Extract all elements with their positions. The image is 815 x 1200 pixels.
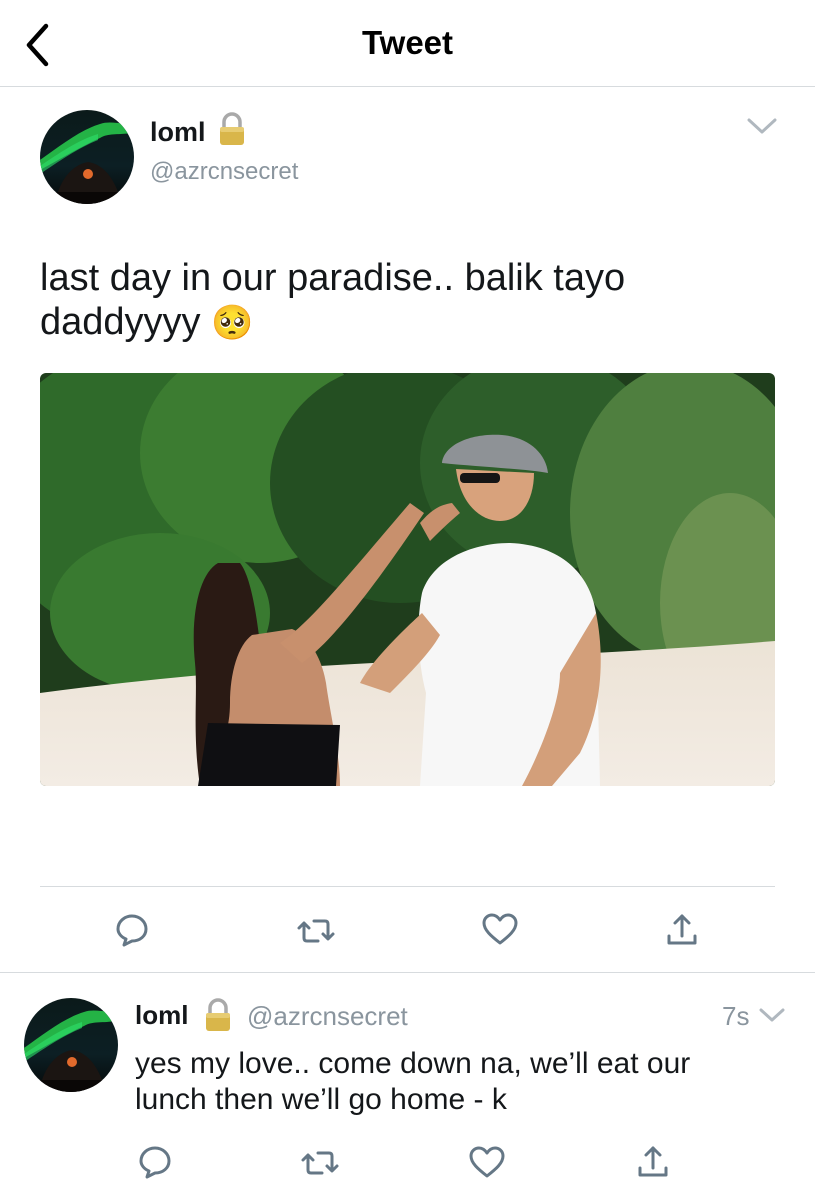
reply-icon[interactable] xyxy=(114,912,150,948)
chevron-down-icon[interactable] xyxy=(746,116,778,136)
reply-avatar[interactable] xyxy=(24,998,118,1092)
tweet-photo[interactable] xyxy=(40,373,775,786)
page-title: Tweet xyxy=(361,24,454,61)
lock-icon xyxy=(220,112,244,145)
reply-text-line-2: lunch then we’ll go home - k xyxy=(135,1083,507,1116)
divider xyxy=(0,972,815,973)
aurora-avatar-image xyxy=(40,110,134,204)
user-name[interactable]: loml xyxy=(150,117,206,148)
avatar[interactable] xyxy=(40,110,134,204)
retweet-icon[interactable] xyxy=(296,914,336,948)
tweet-text-line-1: last day in our paradise.. balik tayo xyxy=(40,257,626,299)
reply-user-handle[interactable]: @azrcnsecret xyxy=(247,1001,408,1032)
heart-icon[interactable] xyxy=(481,912,519,946)
reply-icon[interactable] xyxy=(137,1144,173,1180)
tweet-text: last day in our paradise.. balik tayo da… xyxy=(40,256,760,345)
reply-text: yes my love.. come down na, we’ll eat ou… xyxy=(135,1046,785,1118)
divider xyxy=(40,886,775,887)
retweet-icon[interactable] xyxy=(300,1146,340,1180)
pleading-face-emoji: 🥺 xyxy=(211,304,254,342)
share-icon[interactable] xyxy=(635,1144,671,1180)
lock-icon xyxy=(206,998,230,1031)
tweet-text-line-2: daddyyyy 🥺 xyxy=(40,300,760,345)
reply-timestamp: 7s xyxy=(722,1001,750,1031)
heart-icon[interactable] xyxy=(468,1145,506,1179)
reply-text-line-1: yes my love.. come down na, we’ll eat ou… xyxy=(135,1047,691,1080)
beach-couple-photo xyxy=(40,373,775,786)
aurora-avatar-image xyxy=(24,998,118,1092)
chevron-down-icon[interactable] xyxy=(758,1006,786,1024)
share-icon[interactable] xyxy=(664,912,700,948)
tweet-text-line-2-content: daddyyyy xyxy=(40,301,201,343)
user-handle[interactable]: @azrcnsecret xyxy=(150,158,298,186)
reply-user-name[interactable]: loml xyxy=(135,1000,188,1031)
